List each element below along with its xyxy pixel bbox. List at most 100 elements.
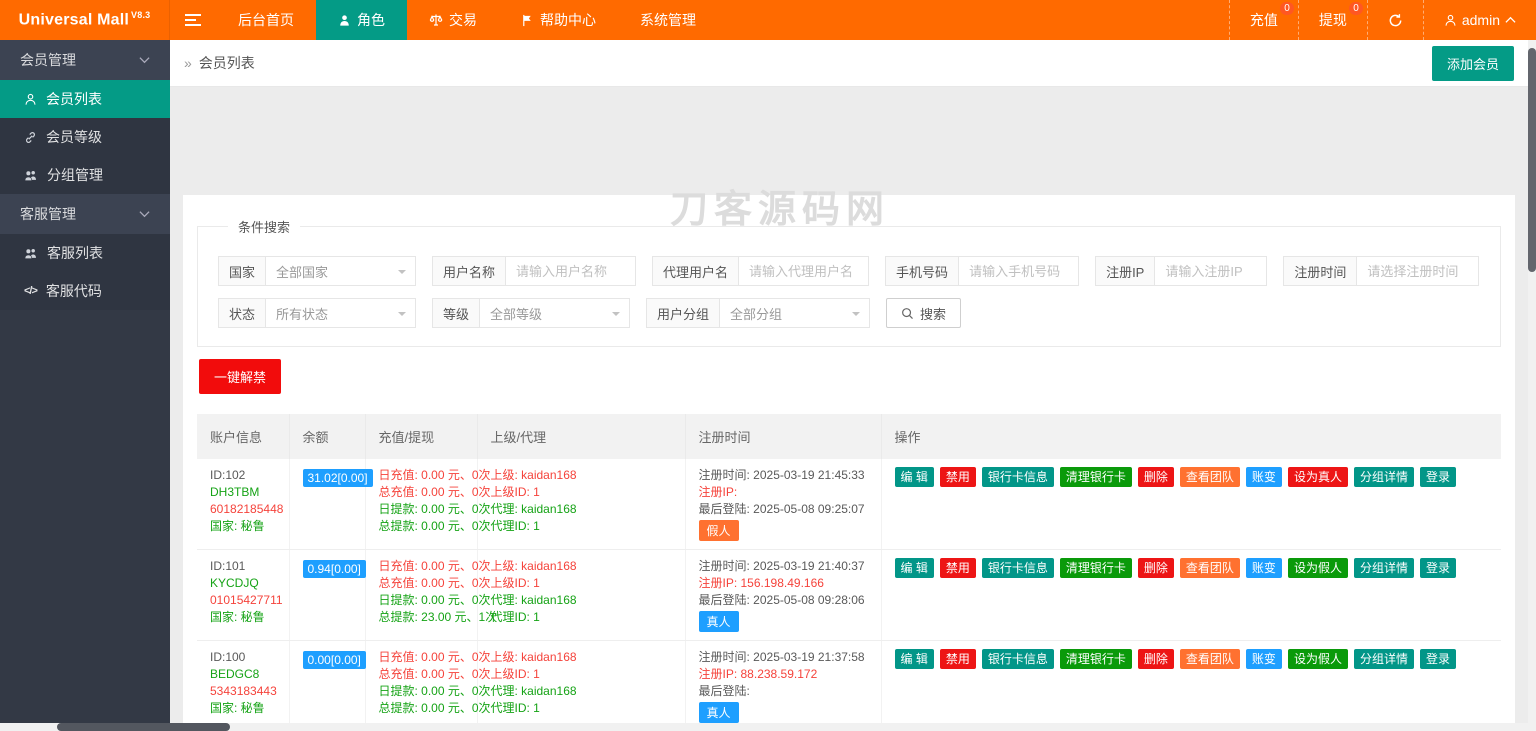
op-group-detail-button[interactable]: 分组详情 [1353,467,1414,487]
agent-username-input[interactable] [739,256,870,286]
op-login-button[interactable]: 登录 [1419,649,1456,669]
nav-item-roles[interactable]: 角色 [316,0,407,40]
row-line: 总提款: 23.00 元、1次 [378,610,498,624]
table-header-row: 账户信息 余额 充值/提现 上级/代理 注册时间 操作 [197,414,1501,459]
register-ip-input[interactable] [1155,256,1268,286]
sidebar-item-member-level[interactable]: 会员等级 [0,118,170,156]
op-view-team-button[interactable]: 查看团队 [1179,558,1240,578]
row-line: 代理ID: 1 [490,701,540,715]
horizontal-scrollbar-thumb[interactable] [57,723,230,731]
op-bank-info-button[interactable]: 银行卡信息 [981,649,1054,669]
op-disable-button[interactable]: 禁用 [939,649,976,669]
op-clean-bank-button[interactable]: 清理银行卡 [1059,558,1132,578]
op-clean-bank-button[interactable]: 清理银行卡 [1059,467,1132,487]
level-select[interactable]: 全部等级 [480,298,631,328]
op-group-detail-button[interactable]: 分组详情 [1353,649,1414,669]
op-group-detail-button[interactable]: 分组详情 [1353,558,1414,578]
vertical-scrollbar[interactable] [1528,40,1536,723]
users-icon [24,247,38,260]
caret-down-icon [398,270,407,278]
op-edit-button[interactable]: 编 辑 [894,467,934,487]
op-clean-bank-button[interactable]: 清理银行卡 [1059,649,1132,669]
vertical-scrollbar-thumb[interactable] [1528,48,1536,272]
search-row-2: 状态 所有状态 等级 全部等级 用户分组 全部分组 搜索 [218,298,1480,328]
page-title: 会员列表 [198,55,255,71]
row-line: 总提款: 0.00 元、0次 [378,519,491,533]
row-line: 上级ID: 1 [490,485,540,499]
caret-down-icon [612,312,621,320]
withdraw-badge: 0 [1349,2,1363,15]
search-button[interactable]: 搜索 [886,298,962,328]
op-delete-button[interactable]: 删除 [1137,558,1174,578]
content-card: 条件搜索 国家 全部国家 用户名称 代理用户名 手机号码 [183,195,1515,731]
sidebar-item-member-list[interactable]: 会员列表 [0,80,170,118]
horizontal-scrollbar[interactable] [0,723,1536,731]
link-icon [24,131,37,144]
sidebar-group-service-management[interactable]: 客服管理 [0,194,170,234]
phone-input[interactable] [959,256,1080,286]
register-time-input[interactable] [1357,256,1480,286]
cell-recharge: 日充值: 0.00 元、0次 总充值: 0.00 元、0次 日提款: 0.00 元、… [365,549,498,641]
nav-item-help-center[interactable]: 帮助中心 [499,0,618,40]
op-delete-button[interactable]: 删除 [1137,649,1174,669]
level-field: 等级 全部等级 [432,298,631,328]
sidebar-group-label: 客服管理 [20,206,76,222]
search-button-label: 搜索 [920,306,947,322]
op-account-change-button[interactable]: 账变 [1245,649,1282,669]
country-select[interactable]: 全部国家 [266,256,417,286]
agent-username-field: 代理用户名 [652,256,870,286]
person-type-badge: 假人 [698,520,739,541]
op-view-team-button[interactable]: 查看团队 [1179,649,1240,669]
caret-down-icon [852,312,861,320]
op-login-button[interactable]: 登录 [1419,558,1456,578]
op-edit-button[interactable]: 编 辑 [894,558,934,578]
op-set-real-button[interactable]: 设为真人 [1287,467,1348,487]
sidebar-toggle-icon[interactable] [170,0,216,40]
withdraw-nav-button[interactable]: 提现 0 [1297,0,1367,40]
op-delete-button[interactable]: 删除 [1137,467,1174,487]
sidebar-group-member-management[interactable]: 会员管理 [0,40,170,80]
field-label: 代理用户名 [652,256,740,286]
user-group-select[interactable]: 全部分组 [720,298,871,328]
op-account-change-button[interactable]: 账变 [1245,558,1282,578]
sidebar-item-service-code[interactable]: </> 客服代码 [0,272,170,310]
main-content: » 会员列表 添加会员 刀客源码网 条件搜索 国家 全部国家 用户名称 代理用户… [170,40,1528,731]
nav-item-trade[interactable]: 交易 [407,0,499,40]
breadcrumb-chevron-icon: » [184,55,192,71]
recharge-nav-button[interactable]: 充值 0 [1228,0,1298,40]
status-field: 状态 所有状态 [218,298,417,328]
sidebar-item-service-list[interactable]: 客服列表 [0,234,170,272]
op-bank-info-button[interactable]: 银行卡信息 [981,467,1054,487]
op-set-fake-button[interactable]: 设为假人 [1287,649,1348,669]
add-member-button[interactable]: 添加会员 [1431,45,1514,81]
op-view-team-button[interactable]: 查看团队 [1179,467,1240,487]
recharge-label: 充值 [1249,12,1278,28]
sidebar-item-group-management[interactable]: 分组管理 [0,156,170,194]
op-disable-button[interactable]: 禁用 [939,558,976,578]
op-set-fake-button[interactable]: 设为假人 [1287,558,1348,578]
status-select[interactable]: 所有状态 [266,298,417,328]
select-value: 所有状态 [276,306,329,322]
op-edit-button[interactable]: 编 辑 [894,649,934,669]
cell-balance: 31.02[0.00] [289,459,373,550]
username-input[interactable] [506,256,637,286]
op-account-change-button[interactable]: 账变 [1245,467,1282,487]
field-label: 注册时间 [1283,256,1358,286]
row-line: 上级: kaidan168 [490,468,577,482]
ops-group: 编 辑禁用 银行卡信息 清理银行卡 删除 查看团队 账变 设为真人 分组详情 登录 [894,467,1489,487]
cell-agent: 上级: kaidan168 上级ID: 1 代理: kaidan168 代理ID: 1 [477,640,686,731]
row-line: 注册时间: 2025-03-19 21:37:58 [698,650,865,664]
user-menu[interactable]: admin [1422,0,1536,40]
unban-all-button[interactable]: 一键解禁 [199,359,282,394]
op-disable-button[interactable]: 禁用 [939,467,976,487]
select-value: 全部分组 [730,306,783,322]
member-table: 账户信息 余额 充值/提现 上级/代理 注册时间 操作 ID:102 DH3TBM… [197,414,1501,731]
table-row: ID:100 BEDGC8 5343183443 国家: 秘鲁 0.00[0.00] … [197,640,1501,731]
country-field: 国家 全部国家 [218,256,417,286]
nav-item-dashboard[interactable]: 后台首页 [216,0,316,40]
nav-item-system[interactable]: 系统管理 [618,0,718,40]
refresh-icon[interactable] [1366,0,1423,40]
op-login-button[interactable]: 登录 [1419,467,1456,487]
op-bank-info-button[interactable]: 银行卡信息 [981,558,1054,578]
header-balance: 余额 [289,414,366,459]
